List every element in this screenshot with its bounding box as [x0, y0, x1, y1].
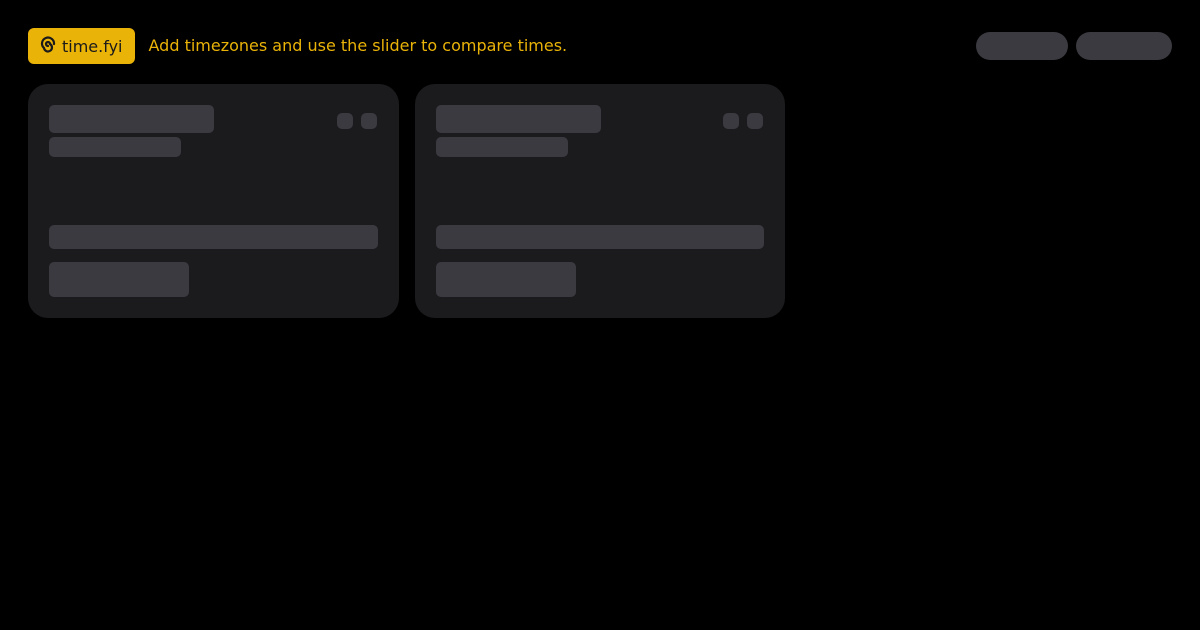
- header-action-skeleton: [976, 32, 1068, 60]
- slider-skeleton: [49, 225, 378, 249]
- card-title-skeleton: [49, 105, 214, 133]
- card-action-skeleton: [723, 113, 739, 129]
- card-button-skeleton: [436, 262, 576, 297]
- header-action-skeleton: [1076, 32, 1172, 60]
- brand-logo[interactable]: time.fyi: [28, 28, 135, 64]
- card-action-skeleton: [361, 113, 377, 129]
- app-header: time.fyi Add timezones and use the slide…: [28, 28, 567, 64]
- timezone-card-skeleton: [28, 84, 399, 318]
- card-action-skeleton: [337, 113, 353, 129]
- card-title-skeleton: [436, 105, 601, 133]
- card-subtitle-skeleton: [436, 137, 568, 157]
- card-subtitle-skeleton: [49, 137, 181, 157]
- spiral-logo-icon: [38, 36, 58, 56]
- card-button-skeleton: [49, 262, 189, 297]
- tagline: Add timezones and use the slider to comp…: [148, 36, 568, 55]
- card-action-skeleton: [747, 113, 763, 129]
- brand-label: time.fyi: [62, 36, 123, 56]
- timezone-cards: [28, 84, 785, 318]
- timezone-card-skeleton: [415, 84, 785, 318]
- header-actions: [976, 32, 1172, 60]
- slider-skeleton: [436, 225, 764, 249]
